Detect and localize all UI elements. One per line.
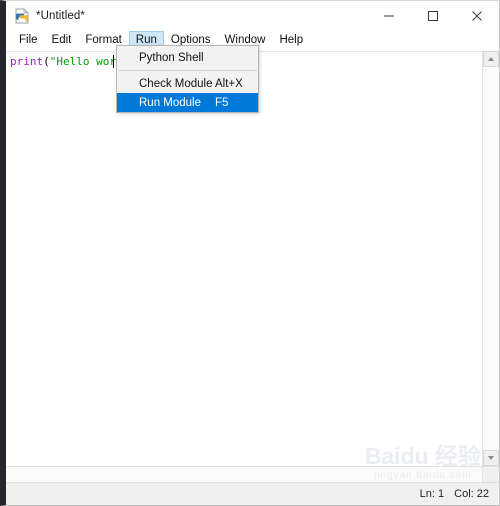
status-bar: Ln: 1 Col: 22 <box>6 482 499 505</box>
minimize-button[interactable] <box>367 1 411 31</box>
python-idle-icon <box>14 8 30 24</box>
status-column-indicator: Col: 22 <box>454 488 489 500</box>
menu-option-run-module[interactable]: Run Module F5 <box>117 93 258 112</box>
code-line-1: print("Hello worl <box>10 55 123 69</box>
menu-option-check-module[interactable]: Check Module Alt+X <box>117 74 258 93</box>
horizontal-scrollbar-track[interactable] <box>6 467 482 482</box>
code-text-area[interactable]: print("Hello worl <box>6 51 482 466</box>
scroll-down-arrow-icon[interactable] <box>483 450 499 466</box>
code-token-paren: ( <box>43 55 50 68</box>
maximize-icon <box>428 11 438 21</box>
menu-option-run-module-shortcut: F5 <box>215 96 229 109</box>
window-controls <box>367 1 499 31</box>
idle-editor-window: *Untitled* File Edit Format Run Options … <box>0 0 500 506</box>
menu-item-file[interactable]: File <box>12 31 45 51</box>
text-caret <box>113 55 114 68</box>
vertical-scrollbar-track[interactable] <box>483 67 499 450</box>
menu-item-edit[interactable]: Edit <box>45 31 79 51</box>
status-line-indicator: Ln: 1 <box>419 488 445 500</box>
window-title: *Untitled* <box>36 10 85 22</box>
title-bar: *Untitled* <box>6 1 499 31</box>
code-token-string: "Hello worl <box>49 55 123 68</box>
close-icon <box>472 11 482 21</box>
run-dropdown-menu: Python Shell Check Module Alt+X Run Modu… <box>116 45 259 113</box>
menu-option-run-module-label: Run Module <box>139 96 202 109</box>
menu-item-help[interactable]: Help <box>272 31 310 51</box>
editor-area: print("Hello worl <box>6 51 499 466</box>
scroll-up-arrow-icon[interactable] <box>483 51 499 67</box>
vertical-scrollbar[interactable] <box>482 51 499 466</box>
menu-option-python-shell[interactable]: Python Shell <box>117 48 258 67</box>
menu-option-python-shell-label: Python Shell <box>139 51 204 64</box>
scrollbar-corner <box>482 467 499 482</box>
code-token-function: print <box>10 55 44 68</box>
maximize-button[interactable] <box>411 1 455 31</box>
menu-separator <box>118 70 257 71</box>
menu-option-check-module-shortcut: Alt+X <box>215 77 243 90</box>
horizontal-scrollbar[interactable] <box>6 466 499 482</box>
minimize-icon <box>384 15 394 17</box>
close-button[interactable] <box>455 1 499 31</box>
menu-option-check-module-label: Check Module <box>139 77 213 90</box>
